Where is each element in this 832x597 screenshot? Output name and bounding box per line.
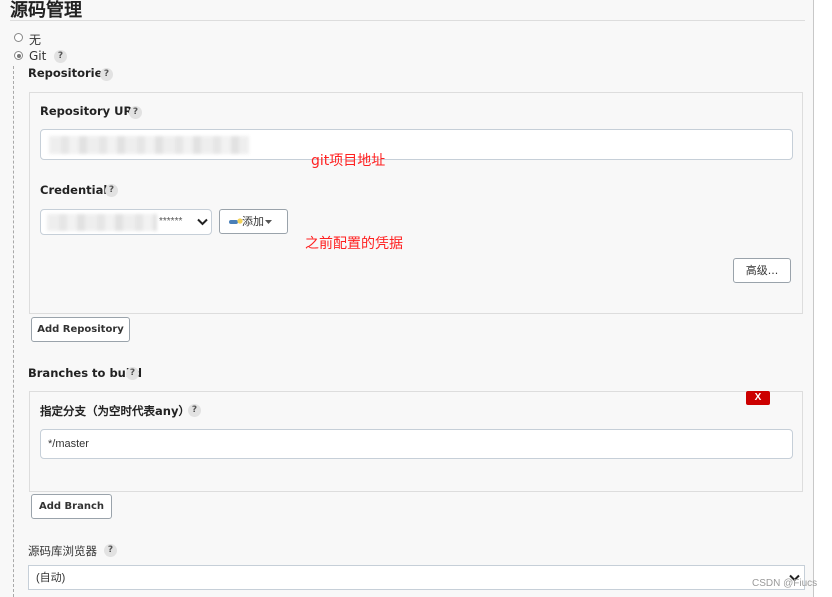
add-branch-button[interactable]: Add Branch: [31, 494, 112, 519]
repo-browser-select[interactable]: (自动): [28, 565, 805, 590]
section-title: 源码管理: [10, 0, 82, 21]
add-credentials-label: 添加: [242, 215, 264, 228]
chevron-down-icon: [197, 218, 208, 226]
repositories-label: Repositories: [28, 66, 110, 80]
repo-browser-label: 源码库浏览器: [28, 544, 97, 558]
key-icon: [229, 218, 243, 224]
git-help-icon[interactable]: ?: [54, 50, 67, 63]
credentials-help-icon[interactable]: ?: [105, 184, 118, 197]
repo-browser-help-icon[interactable]: ?: [104, 544, 117, 557]
credentials-label: Credentials: [40, 183, 115, 197]
radio-git[interactable]: [14, 51, 23, 60]
repository-url-help-icon[interactable]: ?: [129, 106, 142, 119]
repository-url-input[interactable]: [40, 129, 793, 160]
repo-browser-value: (自动): [36, 572, 66, 584]
url-annotation: git项目地址: [311, 153, 386, 169]
credentials-value: ******: [159, 216, 183, 227]
add-repository-button[interactable]: Add Repository: [31, 317, 130, 342]
remove-branch-button[interactable]: X: [746, 391, 770, 405]
branch-spec-label: 指定分支（为空时代表any）: [40, 404, 190, 418]
credentials-annotation: 之前配置的凭据: [305, 236, 403, 252]
branch-spec-input[interactable]: */master: [40, 429, 793, 459]
repositories-help-icon[interactable]: ?: [100, 68, 113, 81]
radio-git-label: Git: [29, 49, 47, 63]
redacted-url: [49, 136, 249, 154]
caret-down-icon: [265, 220, 272, 224]
redacted-credentials: [47, 214, 157, 231]
repository-url-label: Repository URL: [40, 104, 140, 118]
branch-panel: X 指定分支（为空时代表any） ? */master: [29, 391, 803, 492]
add-credentials-button[interactable]: 添加: [219, 209, 288, 234]
radio-none[interactable]: [14, 33, 23, 42]
title-divider: [10, 20, 805, 21]
branch-spec-help-icon[interactable]: ?: [188, 404, 201, 417]
branches-help-icon[interactable]: ?: [126, 367, 139, 380]
repository-panel: Repository URL ? Credentials ? ****** 添加: [29, 92, 803, 314]
credentials-select[interactable]: ******: [40, 209, 212, 235]
advanced-button[interactable]: 高级...: [733, 258, 791, 283]
radio-none-label: 无: [29, 33, 42, 47]
git-section-indent-line: [13, 66, 14, 597]
scm-config-page: 源码管理 无 Git ? Repositories ? Repository U…: [0, 0, 814, 597]
branches-label: Branches to build: [28, 366, 142, 380]
watermark: CSDN @Fiucs: [752, 578, 818, 589]
